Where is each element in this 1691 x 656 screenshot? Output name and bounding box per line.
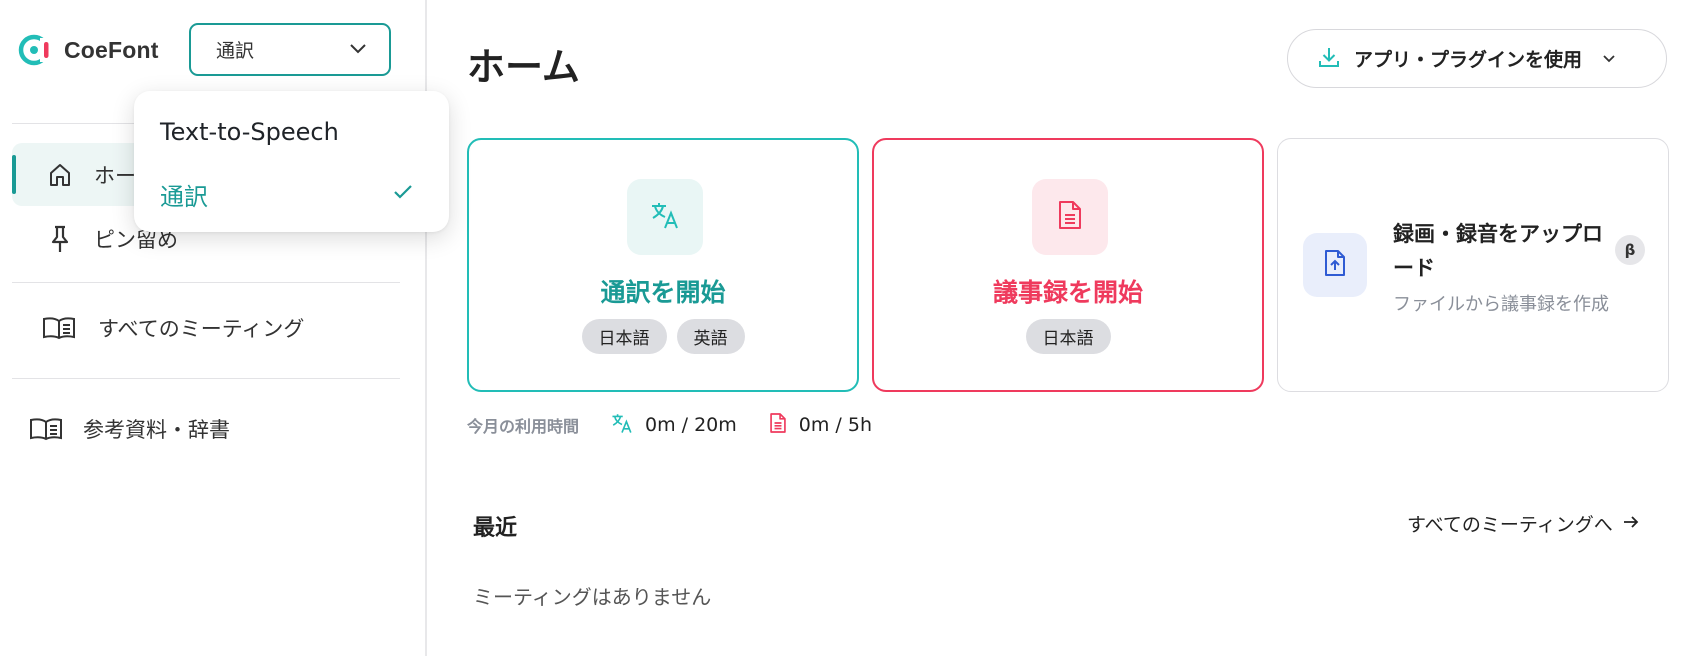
- translate-icon-box: [627, 179, 703, 255]
- start-translation-card[interactable]: 通訳を開始 日本語 英語: [467, 138, 859, 392]
- pin-icon: [46, 225, 74, 253]
- mode-dropdown-menu: Text-to-Speech 通訳: [134, 91, 449, 232]
- all-meetings-link-label: すべてのミーティングへ: [1407, 514, 1613, 536]
- check-icon: [393, 184, 413, 204]
- minutes-usage: 0m / 5h: [769, 412, 872, 438]
- file-upload-icon: [1323, 249, 1347, 281]
- apps-button-label: アプリ・プラグインを使用: [1354, 49, 1583, 71]
- language-tag: 日本語: [581, 319, 667, 354]
- empty-meetings-text: ミーティングはありません: [473, 585, 712, 609]
- language-tag: 日本語: [1025, 319, 1111, 354]
- sidebar-item-references[interactable]: 参考資料・辞書: [12, 397, 400, 460]
- book-icon: [42, 314, 76, 342]
- translate-icon: [611, 412, 633, 438]
- dropdown-option-interpretation[interactable]: 通訳: [134, 163, 449, 225]
- translate-usage-value: 0m / 20m: [645, 414, 737, 436]
- dropdown-option-tts[interactable]: Text-to-Speech: [134, 101, 449, 163]
- document-icon: [769, 412, 787, 438]
- download-icon: [1318, 46, 1340, 72]
- sidebar-item-all-meetings[interactable]: すべてのミーティング: [12, 296, 400, 359]
- dropdown-option-label: Text-to-Speech: [160, 118, 339, 146]
- all-meetings-link[interactable]: すべてのミーティングへ: [1407, 510, 1639, 537]
- translate-icon: [650, 200, 680, 234]
- document-icon-box: [1032, 179, 1108, 255]
- document-icon: [1057, 200, 1083, 234]
- book-icon: [29, 415, 63, 443]
- usage-label: 今月の利用時間: [467, 417, 580, 436]
- mode-select-value: 通訳: [216, 40, 255, 62]
- coefont-logo-icon: [18, 34, 56, 66]
- page-title: ホーム: [467, 45, 580, 89]
- monthly-usage: 今月の利用時間 0m / 20m 0m / 5h: [467, 412, 872, 438]
- arrow-right-icon: [1623, 514, 1639, 533]
- language-tag: 英語: [676, 319, 745, 354]
- brand-name: CoeFont: [64, 36, 159, 63]
- upload-recording-card[interactable]: 録画・録音をアップロード β ファイルから議事録を作成: [1277, 138, 1669, 392]
- translate-usage: 0m / 20m: [611, 412, 737, 438]
- beta-badge: β: [1615, 235, 1645, 265]
- card-title: 議事録を開始: [992, 278, 1143, 307]
- card-title: 通訳を開始: [600, 278, 726, 307]
- language-tags: 日本語: [874, 319, 1262, 354]
- card-subtitle: ファイルから議事録を作成: [1393, 294, 1609, 315]
- start-minutes-card[interactable]: 議事録を開始 日本語: [872, 138, 1264, 392]
- sidebar-item-label: すべてのミーティング: [98, 316, 305, 341]
- coefont-logo[interactable]: CoeFont: [18, 34, 159, 66]
- recent-section-title: 最近: [473, 516, 518, 541]
- chevron-down-icon: [1602, 49, 1616, 68]
- sidebar-item-label: 参考資料・辞書: [83, 417, 230, 442]
- dropdown-option-label: 通訳: [160, 182, 208, 211]
- chevron-down-icon: [349, 40, 367, 59]
- upload-icon-box: [1303, 233, 1367, 297]
- sidebar-divider: [12, 282, 400, 283]
- use-apps-plugins-button[interactable]: アプリ・プラグインを使用: [1287, 29, 1667, 88]
- home-icon: [46, 161, 74, 189]
- card-title: 録画・録音をアップロード: [1393, 222, 1603, 280]
- mode-select[interactable]: 通訳: [189, 23, 391, 76]
- minutes-usage-value: 0m / 5h: [798, 414, 872, 436]
- sidebar-divider: [12, 378, 400, 379]
- language-tags: 日本語 英語: [469, 319, 857, 354]
